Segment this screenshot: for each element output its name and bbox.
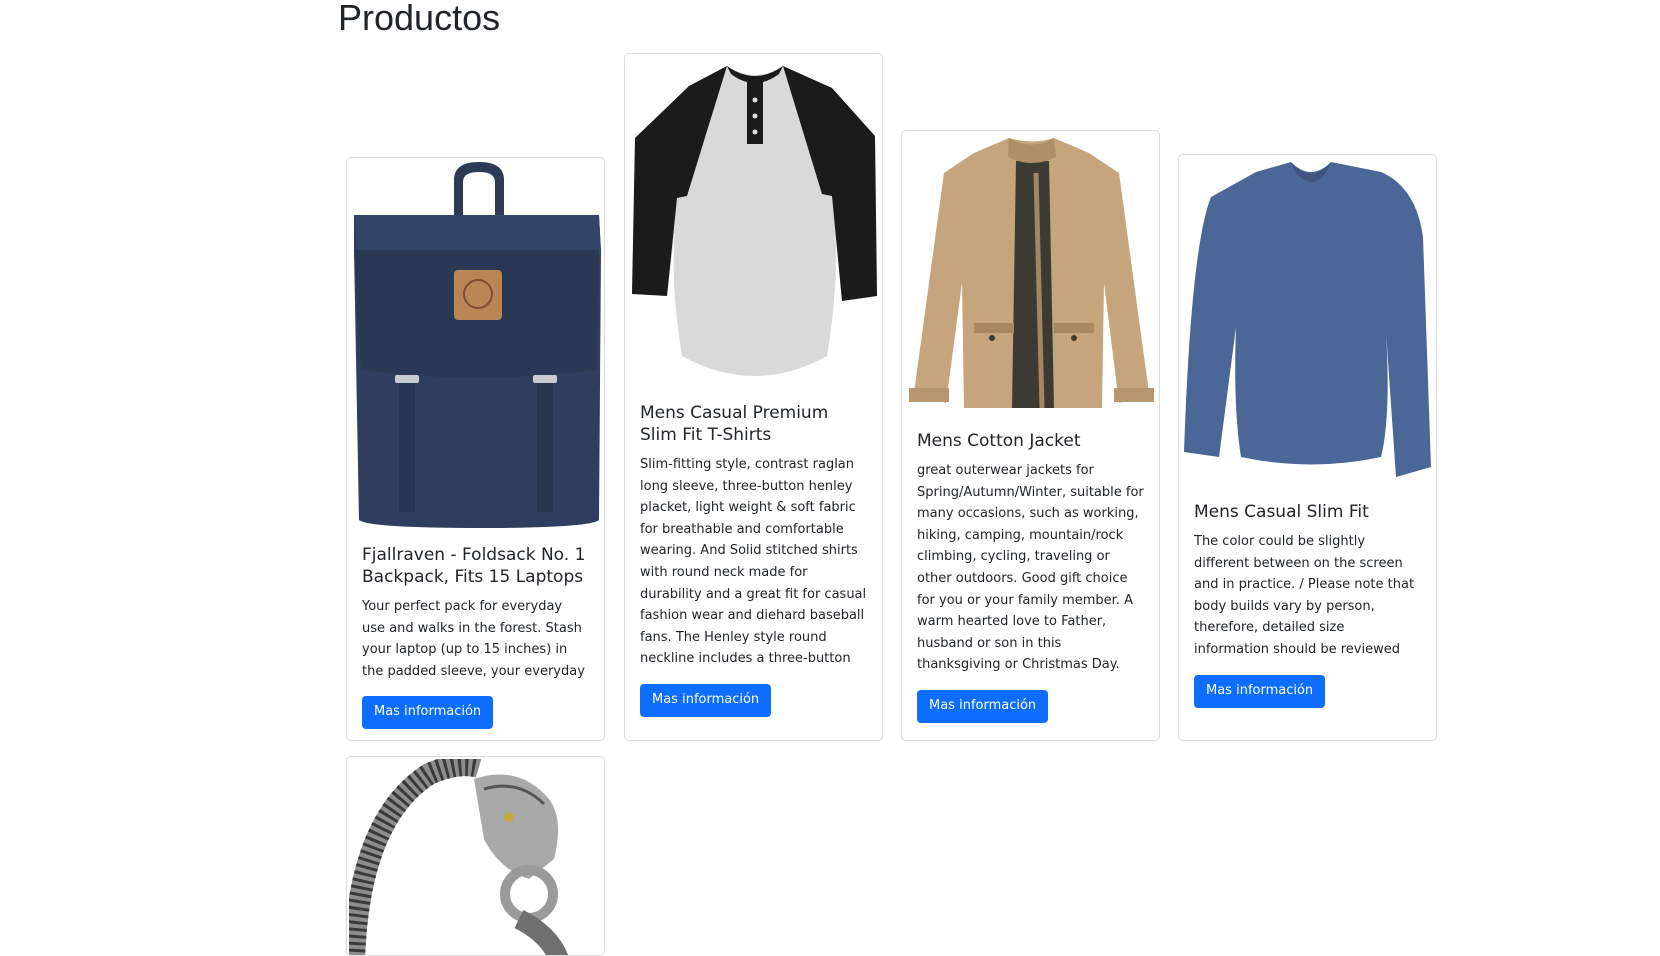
product-image-jacket bbox=[904, 133, 1159, 416]
product-description: great outerwear jackets for Spring/Autum… bbox=[917, 463, 1144, 673]
product-description: Your perfect pack for everyday use and w… bbox=[362, 599, 585, 679]
cotton-jacket-image bbox=[909, 138, 1154, 409]
product-card: Mens Casual Premium Slim Fit T-Shirts Sl… bbox=[624, 53, 883, 741]
product-card: Mens Cotton Jacket great outerwear jacke… bbox=[901, 130, 1160, 741]
product-image-long-sleeve bbox=[1181, 157, 1436, 487]
page-title: Productos bbox=[338, 0, 501, 38]
long-sleeve-shirt-image bbox=[1184, 162, 1431, 477]
backpack-image bbox=[354, 162, 601, 528]
product-image-shirt bbox=[627, 56, 882, 396]
product-card: Fjallraven - Foldsack No. 1 Backpack, Fi… bbox=[346, 157, 605, 741]
product-title: Mens Casual Premium Slim Fit T-Shirts bbox=[640, 403, 829, 445]
product-title: Mens Casual Slim Fit bbox=[1194, 502, 1369, 522]
product-card: Mens Casual Slim Fit The color could be … bbox=[1178, 154, 1437, 741]
product-title: Fjallraven - Foldsack No. 1 Backpack, Fi… bbox=[362, 545, 586, 587]
product-card bbox=[346, 756, 605, 956]
more-info-button[interactable]: Mas información bbox=[917, 690, 1049, 723]
more-info-button[interactable]: Mas información bbox=[362, 696, 494, 729]
more-info-button[interactable]: Mas información bbox=[1194, 675, 1326, 708]
more-info-button[interactable]: Mas información bbox=[640, 684, 772, 717]
dragon-bracelet-image bbox=[349, 759, 569, 955]
henley-shirt-image bbox=[632, 66, 877, 376]
product-description: The color could be slightly different be… bbox=[1194, 534, 1415, 657]
product-image-backpack bbox=[349, 160, 604, 530]
product-image-bracelet bbox=[349, 759, 604, 955]
product-title: Mens Cotton Jacket bbox=[917, 431, 1081, 451]
product-description: Slim-fitting style, contrast raglan long… bbox=[640, 457, 867, 667]
